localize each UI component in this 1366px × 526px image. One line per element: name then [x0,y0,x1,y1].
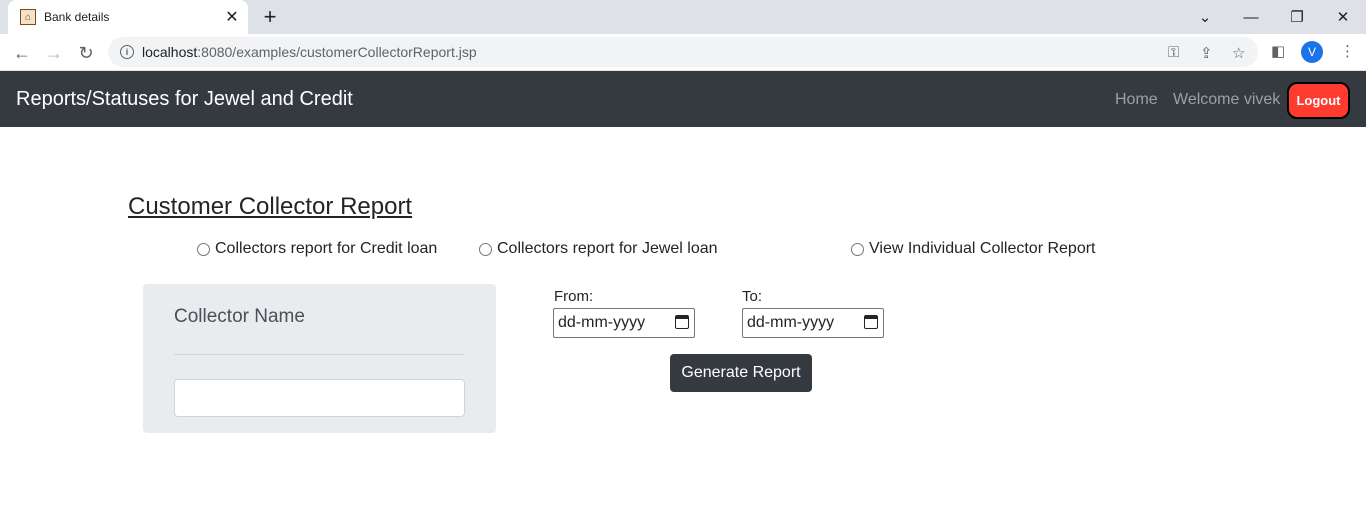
menu-kebab-icon[interactable]: ⋮ [1340,42,1355,60]
tab-title: Bank details [44,10,110,24]
radio-jewel[interactable] [479,242,492,256]
browser-tab[interactable]: ⌂ Bank details ✕ [8,0,248,34]
share-icon[interactable]: ⇪ [1200,44,1213,62]
side-panel-icon[interactable]: ◧ [1271,42,1285,60]
reload-icon[interactable]: ↻ [72,39,100,67]
tab-close-icon[interactable]: ✕ [222,7,242,27]
forward-icon[interactable]: → [40,39,68,67]
collector-divider [174,354,465,355]
from-date-input[interactable]: dd-mm-yyyy [553,308,695,338]
to-date-placeholder: dd-mm-yyyy [747,314,835,331]
calendar-icon[interactable] [675,315,689,329]
radio-option-individual[interactable]: View Individual Collector Report [851,240,1095,258]
generate-report-button[interactable]: Generate Report [670,354,812,392]
logout-button[interactable]: Logout [1287,82,1350,119]
from-date-placeholder: dd-mm-yyyy [558,314,646,331]
collector-name-label: Collector Name [174,306,305,327]
address-bar[interactable]: i localhost:8080/examples/customerCollec… [108,37,1258,67]
bookmark-star-icon[interactable]: ☆ [1232,44,1245,62]
radio-credit[interactable] [197,242,210,256]
radio-individual[interactable] [851,242,864,256]
nav-home-link[interactable]: Home [1115,91,1158,109]
favicon-icon: ⌂ [20,9,36,25]
radio-option-jewel[interactable]: Collectors report for Jewel loan [479,240,718,258]
nav-welcome-text: Welcome vivek [1173,91,1281,108]
radio-credit-label: Collectors report for Credit loan [215,240,438,257]
minimize-icon[interactable]: — [1228,0,1274,34]
tab-search-icon[interactable]: ⌄ [1182,0,1228,34]
collector-name-input[interactable] [174,379,465,417]
page-title: Customer Collector Report [128,193,413,220]
radio-option-credit[interactable]: Collectors report for Credit loan [197,240,437,258]
radio-individual-label: View Individual Collector Report [869,240,1096,257]
back-icon[interactable]: ← [8,39,36,67]
app-navbar: Reports/Statuses for Jewel and Credit Ho… [0,71,1366,127]
new-tab-icon[interactable]: + [258,4,282,29]
to-label: To: [742,288,763,305]
key-icon[interactable]: ⚿ [1168,44,1179,61]
url-path: :8080/examples/customerCollectorReport.j… [197,44,477,60]
profile-avatar[interactable]: V [1301,41,1323,63]
site-info-icon[interactable]: i [120,45,134,59]
from-label: From: [554,288,594,305]
radio-jewel-label: Collectors report for Jewel loan [497,240,718,257]
close-window-icon[interactable]: ✕ [1320,0,1366,34]
to-date-input[interactable]: dd-mm-yyyy [742,308,884,338]
browser-tab-bar: ⌂ Bank details ✕ + ⌄ — ❐ ✕ [0,0,1366,34]
url-host: localhost [142,44,198,60]
url-text: localhost:8080/examples/customerCollecto… [142,44,477,60]
collector-name-panel: Collector Name [143,284,496,433]
navbar-brand[interactable]: Reports/Statuses for Jewel and Credit [16,88,353,111]
restore-icon[interactable]: ❐ [1274,0,1320,34]
calendar-icon[interactable] [864,315,878,329]
browser-toolbar: ← → ↻ i localhost:8080/examples/customer… [0,34,1366,71]
